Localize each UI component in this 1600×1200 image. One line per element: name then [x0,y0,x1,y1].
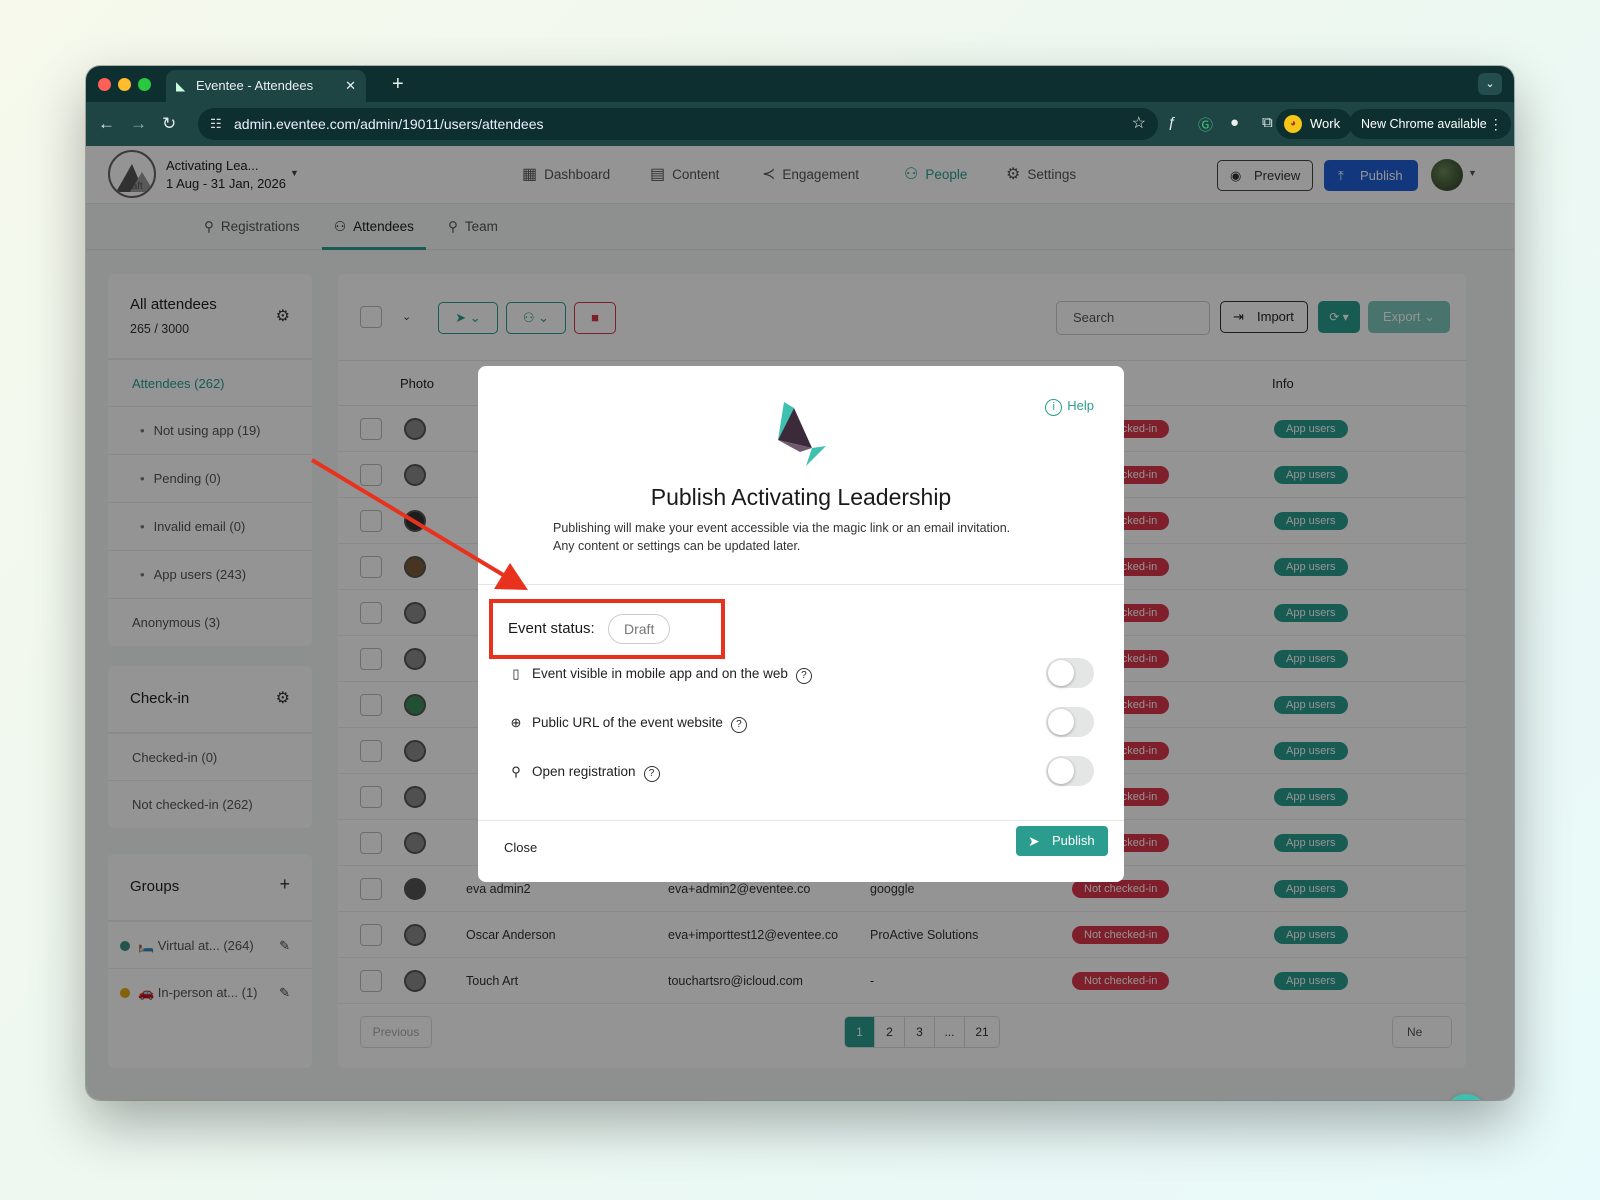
user-edit-icon: ⚲ [511,764,521,779]
option-label: Open registration [532,764,636,779]
reload-icon[interactable]: ↻ [162,102,176,146]
back-icon[interactable]: ← [98,102,115,146]
toggle-knob [1048,758,1074,784]
toggle-open-registration[interactable] [1046,756,1094,786]
url-text: admin.eventee.com/admin/19011/users/atte… [234,116,544,132]
question-icon[interactable]: ? [795,668,812,684]
option-label: Event visible in mobile app and on the w… [532,666,788,681]
grammarly-icon[interactable]: Ⓖ [1198,114,1213,135]
minimize-window-button[interactable] [118,78,131,91]
question-icon[interactable]: ? [730,717,747,733]
publish-button[interactable]: ➤ Publish [1016,826,1108,856]
info-icon: i [1045,399,1063,416]
close-window-button[interactable] [98,78,111,91]
close-tab-icon[interactable]: ✕ [345,70,356,102]
tab-search-icon[interactable]: ⌄ [1478,73,1502,95]
toggle-knob [1048,660,1074,686]
browser-toolbar: ← → ↻ ☷ admin.eventee.com/admin/19011/us… [86,102,1514,146]
modal-description: Publishing will make your event accessib… [553,520,1010,555]
annotation-highlight-box [489,599,725,659]
site-settings-icon[interactable]: ☷ [210,108,222,140]
update-label: New Chrome available [1361,117,1487,131]
modal-description-line: Publishing will make your event accessib… [553,521,1011,535]
modal-description-line: Any content or settings can be updated l… [553,538,801,553]
more-menu-icon[interactable]: ⋮ [1489,109,1503,139]
send-icon: ➤ [1028,833,1040,849]
profile-button[interactable]: ◕ Work [1276,109,1353,139]
divider [478,820,1124,821]
new-tab-icon[interactable]: + [392,70,404,98]
help-link[interactable]: i Help [1045,398,1094,416]
browser-tab-bar: ◣ Eventee - Attendees ✕ + ⌄ [86,66,1514,102]
profile-avatar-icon: ◕ [1284,115,1302,133]
modal-title: Publish Activating Leadership [650,484,952,510]
formula-extension-icon[interactable]: ƒ [1168,114,1176,131]
extensions-puzzle-icon[interactable]: ⧉ [1262,114,1273,131]
close-button[interactable]: Close [504,840,537,855]
globe-icon: ⊕ [510,715,522,730]
dropper-extension-icon[interactable]: ● [1230,114,1239,131]
help-label: Help [1067,398,1094,413]
browser-tab[interactable]: ◣ Eventee - Attendees ✕ [166,70,366,102]
option-public-url: ⊕ Public URL of the event website? [508,715,747,733]
eventee-favicon-icon: ◣ [176,79,186,93]
question-icon[interactable]: ? [643,766,660,782]
forward-icon[interactable]: → [130,102,147,146]
publish-label: Publish [1052,833,1095,848]
mobile-icon: ▯ [512,666,520,681]
toggle-visible-in-app[interactable] [1046,658,1094,688]
option-open-registration: ⚲ Open registration? [508,764,660,782]
profile-label: Work [1310,116,1341,131]
chrome-update-button[interactable]: New Chrome available ⋮ [1349,109,1511,139]
bookmark-star-icon[interactable]: ☆ [1132,108,1146,140]
maximize-window-button[interactable] [138,78,151,91]
toggle-knob [1048,709,1074,735]
option-visible-in-app: ▯ Event visible in mobile app and on the … [508,666,812,684]
option-label: Public URL of the event website [532,715,723,730]
toggle-public-url[interactable] [1046,707,1094,737]
eventee-logo-icon [778,402,826,466]
divider [478,584,1124,585]
address-bar[interactable]: ☷ admin.eventee.com/admin/19011/users/at… [198,108,1158,140]
tab-title: Eventee - Attendees [196,78,314,93]
